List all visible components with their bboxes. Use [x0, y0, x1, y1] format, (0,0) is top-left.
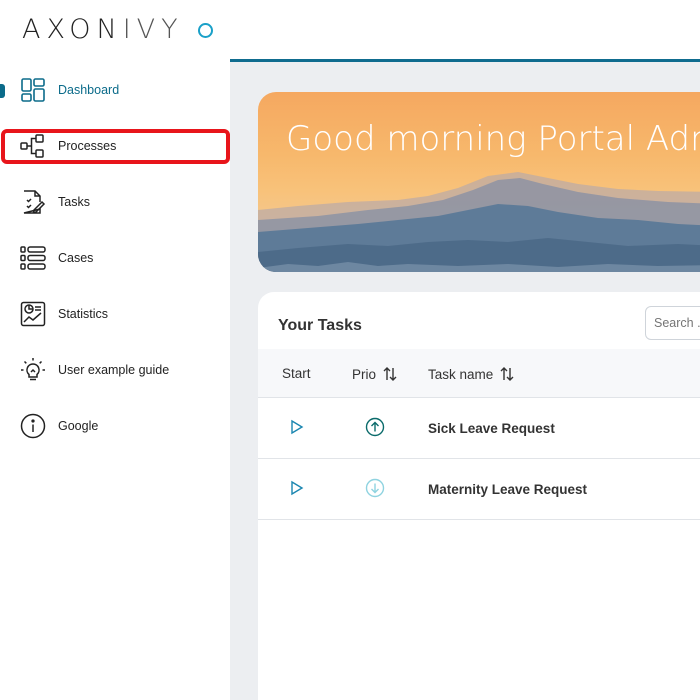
sidebar-item-google[interactable]: Google [0, 398, 230, 454]
dashboard-icon [20, 77, 46, 103]
sidebar-item-tasks[interactable]: Tasks [0, 174, 230, 230]
processes-icon [20, 133, 46, 159]
logo-text: AXONIVY [22, 14, 184, 45]
sidebar-item-label: Statistics [58, 307, 109, 321]
tasks-icon [20, 189, 46, 215]
active-indicator [0, 84, 5, 98]
sidebar-item-statistics[interactable]: Statistics [0, 286, 230, 342]
sidebar-nav: Dashboard Processes Tasks Cases Statisti… [0, 62, 230, 454]
sidebar-item-label: User example guide [58, 363, 170, 377]
statistics-icon [20, 301, 46, 327]
sidebar-item-processes[interactable]: Processes [0, 118, 230, 174]
sidebar-item-user-example-guide[interactable]: User example guide [0, 342, 230, 398]
welcome-banner: Good morning Portal Admin [258, 92, 700, 272]
cases-icon [20, 245, 46, 271]
header-accent-line [230, 59, 700, 62]
sort-icon[interactable] [499, 366, 515, 382]
start-task-play-icon[interactable] [290, 480, 304, 501]
table-header: Start Prio Task name [258, 349, 700, 398]
info-icon [20, 413, 46, 439]
lightbulb-icon [20, 357, 46, 383]
logo-circle-icon [197, 23, 213, 38]
priority-high-arrow-up-icon [365, 417, 385, 442]
your-tasks-widget: Your Tasks Start Prio Task name [258, 292, 700, 700]
top-header [230, 0, 700, 59]
column-task-name[interactable]: Task name [428, 366, 515, 382]
widget-title: Your Tasks [278, 317, 362, 334]
sidebar-item-dashboard[interactable]: Dashboard [0, 62, 230, 118]
column-prio[interactable]: Prio [352, 366, 398, 382]
axonivy-logo[interactable]: AXONIVY [22, 14, 213, 45]
sidebar-item-label: Cases [58, 251, 94, 265]
greeting-text: Good morning Portal Admin [286, 119, 700, 159]
task-name[interactable]: Sick Leave Request [428, 421, 555, 436]
table-row[interactable]: Sick Leave Request [258, 398, 700, 459]
sidebar-item-label: Tasks [58, 195, 90, 209]
sidebar-item-label: Google [58, 419, 99, 433]
task-name[interactable]: Maternity Leave Request [428, 482, 587, 497]
task-search-input[interactable] [645, 306, 700, 340]
sort-icon[interactable] [382, 366, 398, 382]
sidebar-item-cases[interactable]: Cases [0, 230, 230, 286]
sidebar-item-label: Processes [58, 139, 117, 153]
sidebar: AXONIVY Dashboard Processes Tasks Cases … [0, 0, 230, 700]
priority-low-arrow-down-icon [365, 478, 385, 503]
table-row[interactable]: Maternity Leave Request [258, 459, 700, 520]
sidebar-item-label: Dashboard [58, 83, 120, 97]
column-start: Start [282, 366, 311, 381]
start-task-play-icon[interactable] [290, 419, 304, 440]
